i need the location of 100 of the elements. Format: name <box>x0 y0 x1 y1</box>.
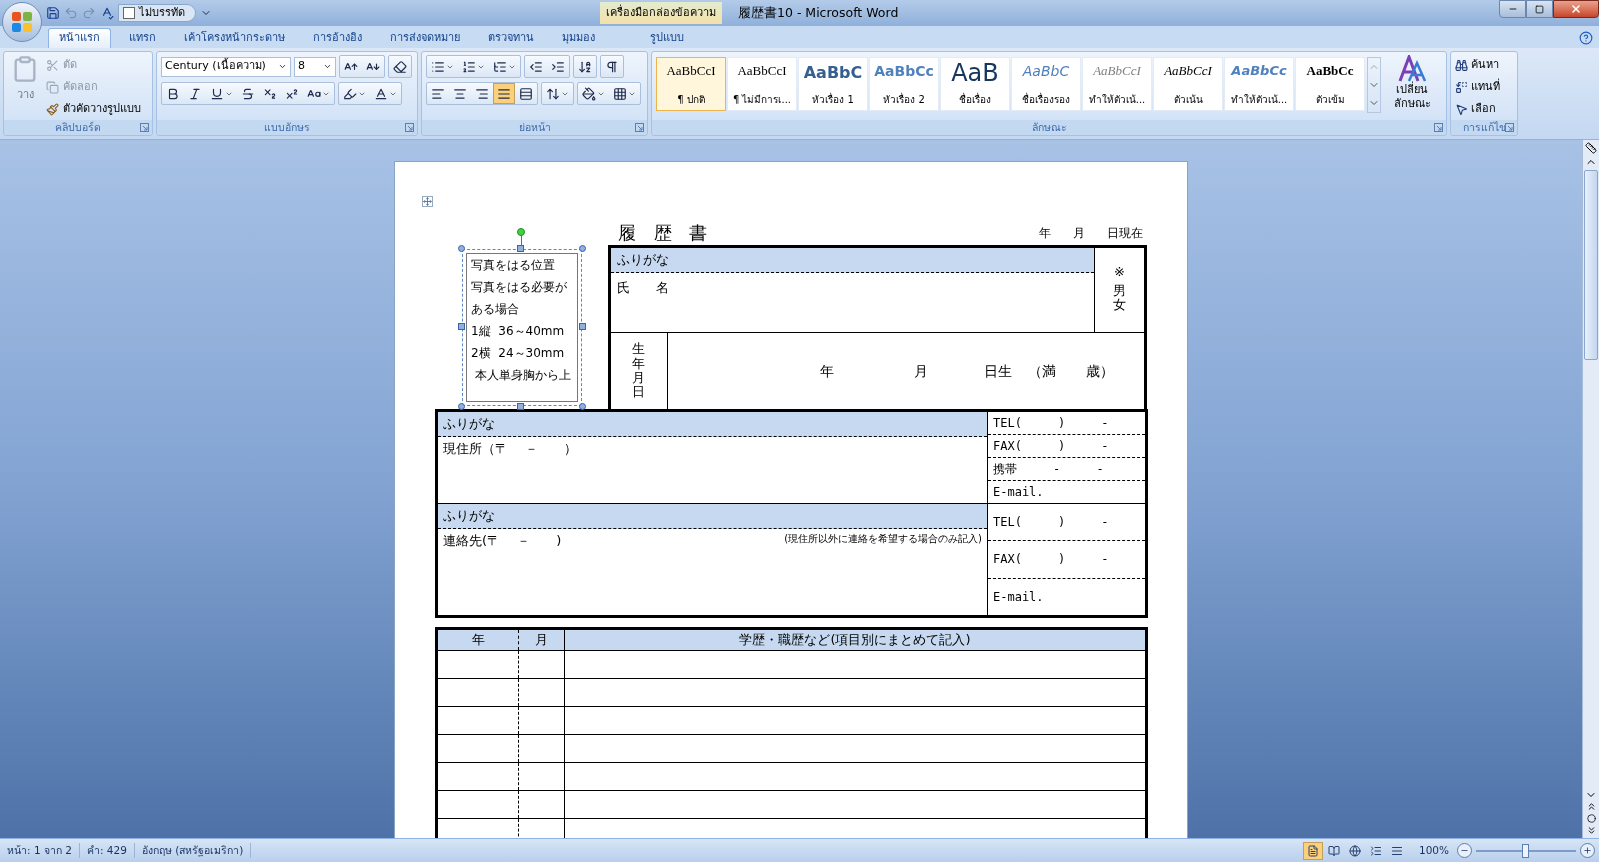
dialog-launcher-icon[interactable] <box>1505 123 1514 132</box>
group-label: ย่อหน้า <box>518 122 551 133</box>
zoom-slider-thumb[interactable] <box>1522 843 1529 858</box>
birth-date-field-label: 日生 <box>983 361 1012 381</box>
date-field-label: 日現在 <box>1107 225 1143 242</box>
zoom-slider[interactable] <box>1476 843 1576 858</box>
line-spacing-icon <box>546 86 560 101</box>
align-justify-icon <box>497 86 511 101</box>
table-move-handle-icon[interactable] <box>422 196 433 207</box>
font-color-icon <box>374 86 388 101</box>
no-spacing-toggle[interactable]: ไม่บรรทัด <box>118 4 196 22</box>
date-field-label: 月 <box>1073 225 1085 242</box>
ribbon-tab[interactable]: การอ้างอิง <box>303 28 372 48</box>
rotate-handle[interactable] <box>517 228 525 236</box>
maximize-icon <box>1535 4 1544 14</box>
dialog-launcher-icon[interactable] <box>635 123 644 132</box>
birth-date-label: 生年月日 <box>632 342 646 400</box>
group-label: ลักษณะ <box>1031 122 1067 133</box>
maximize-button[interactable] <box>1526 0 1553 18</box>
resize-handle[interactable] <box>517 245 524 252</box>
highlight-icon <box>343 86 357 101</box>
ribbon-tab[interactable]: หน้าแรก <box>48 28 111 48</box>
align-distributed-icon <box>519 86 533 101</box>
browse-object-icon[interactable] <box>1586 814 1596 823</box>
ruler-toggle-icon[interactable] <box>1585 142 1597 154</box>
resize-handle[interactable] <box>458 245 465 252</box>
group-label: คลิปบอร์ด <box>55 122 101 133</box>
ribbon-tab[interactable]: รูปแบบ <box>640 28 694 48</box>
contact-cell: TEL( ) - <box>988 504 1145 542</box>
print-view-icon <box>1306 844 1319 857</box>
close-button[interactable] <box>1553 0 1599 18</box>
painter-button[interactable]: ตัวคัดวางรูปแบบ <box>46 99 141 120</box>
group-label: แบบอักษร <box>264 122 310 133</box>
resize-handle[interactable] <box>458 403 465 410</box>
style-preset[interactable]: AaBbCc หัวเรื่อง 2 <box>869 57 939 111</box>
replace-button[interactable]: แทนที่ <box>1455 77 1500 98</box>
align-justify-button[interactable] <box>493 83 515 104</box>
style-preset[interactable]: AaBbC ชื่อเรื่องรอง <box>1011 57 1081 111</box>
window-title: 履歴書10 - Microsoft Word <box>738 3 899 22</box>
gender-label: 男女 <box>1113 283 1126 313</box>
style-preset[interactable]: AaBbCcI ตัวเน้น <box>1153 57 1223 111</box>
contact-cell: FAX( ) - <box>988 541 1145 579</box>
scroll-thumb[interactable] <box>1584 170 1598 360</box>
ribbon-tab[interactable]: มุมมอง <box>552 28 605 48</box>
zoom-level: 100% <box>1418 842 1449 858</box>
dialog-launcher-icon[interactable] <box>1434 123 1443 132</box>
reading-view-icon <box>1327 844 1340 857</box>
resize-handle[interactable] <box>517 403 524 410</box>
resize-handle[interactable] <box>579 323 586 330</box>
address-label: 連絡先(〒 － ) <box>443 532 562 550</box>
subscript-icon <box>263 86 277 101</box>
minimize-button[interactable] <box>1499 0 1526 18</box>
birth-date-field-label: （満 <box>1027 361 1056 381</box>
font-size-field[interactable]: 8 <box>294 56 336 77</box>
style-preset[interactable]: AaBbC หัวเรื่อง 1 <box>798 57 868 111</box>
superscript-icon <box>285 86 299 101</box>
photo-instruction: 2横 24～30mm <box>471 345 566 361</box>
align-right-icon <box>475 86 489 101</box>
ribbon-tab[interactable]: แทรก <box>119 28 166 48</box>
dialog-launcher-icon[interactable] <box>405 123 414 132</box>
pointer-icon <box>1455 103 1468 116</box>
ribbon-tab[interactable]: การส่งจดหมาย <box>380 28 470 48</box>
style-preset[interactable]: AaBbCcI ¶ ไม่มีการเ... <box>727 57 797 111</box>
print-view-button[interactable] <box>1302 841 1323 860</box>
outline-view-icon <box>1369 844 1382 857</box>
save-icon[interactable] <box>46 6 60 20</box>
contact-cell: TEL( ) - <box>988 412 1145 435</box>
replace-icon <box>1455 81 1468 94</box>
strikethrough-icon <box>241 86 255 101</box>
spelling-icon[interactable] <box>100 6 114 20</box>
select-button[interactable]: เลือก <box>1455 99 1500 120</box>
ribbon-tab[interactable]: ตรวจทาน <box>478 28 544 48</box>
style-preset[interactable]: AaBbCcI ¶ ปกติ <box>656 57 726 111</box>
photo-instruction: 写真をはる位置 <box>471 257 556 273</box>
change-styles-button[interactable]: เปลี่ยน ลักษณะ <box>1387 55 1437 111</box>
ribbon-tab[interactable]: เค้าโครงหน้ากระดาษ <box>174 28 295 48</box>
help-icon[interactable] <box>1579 31 1593 45</box>
painter-icon <box>46 103 59 116</box>
caret-icon <box>323 62 332 71</box>
furigana-cell: ふりがな <box>610 248 1094 273</box>
dialog-launcher-icon[interactable] <box>140 123 149 132</box>
plus-icon <box>1583 846 1592 855</box>
resize-handle[interactable] <box>579 403 586 410</box>
shading-icon <box>582 86 596 101</box>
zoom-out-button[interactable] <box>1457 843 1472 858</box>
style-preset[interactable]: AaBbCc ทำให้ตัวเน้... <box>1224 57 1294 111</box>
borders-icon <box>613 86 627 101</box>
checkbox[interactable] <box>123 7 135 19</box>
style-preset[interactable]: AaBbCcI ทำให้ตัวเน้... <box>1082 57 1152 111</box>
font-name-field[interactable]: Century (เนื้อความ) <box>161 56 291 77</box>
numbering-icon <box>462 59 476 74</box>
status-item: อังกฤษ (สหรัฐอเมริกา) <box>134 842 252 859</box>
style-preset[interactable]: AaBbCc ตัวเข้ม <box>1295 57 1365 111</box>
zoom-in-button[interactable] <box>1580 843 1595 858</box>
resize-handle[interactable] <box>579 245 586 252</box>
find-button[interactable]: ค้นหา <box>1455 55 1500 76</box>
name-label: 氏 名 <box>616 280 669 295</box>
show-marks-icon <box>605 59 619 74</box>
resize-handle[interactable] <box>458 323 465 330</box>
style-preset[interactable]: AaB ชื่อเรื่อง <box>940 57 1010 111</box>
